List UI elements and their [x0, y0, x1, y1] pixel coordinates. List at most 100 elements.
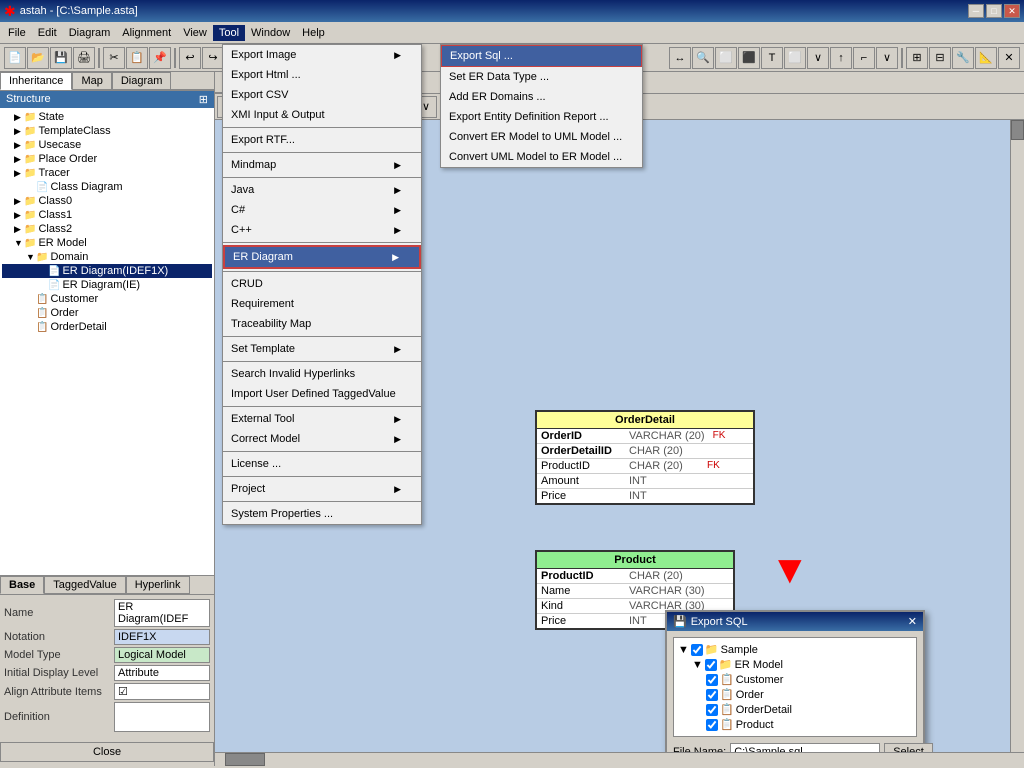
- tree-placeorder[interactable]: ▶ 📁 Place Order: [2, 152, 212, 166]
- menu-correct-model[interactable]: Correct Model ▶: [223, 429, 421, 449]
- tb-undo[interactable]: ↩: [179, 47, 201, 69]
- tb-d2[interactable]: 🔍: [692, 47, 714, 69]
- tab-inheritance[interactable]: Inheritance: [0, 72, 72, 90]
- menu-project[interactable]: Project ▶: [223, 479, 421, 499]
- export-sql-dialog[interactable]: 💾 Export SQL ✕ ▼ 📁 Sample: [665, 610, 925, 752]
- tab-map[interactable]: Map: [72, 72, 111, 90]
- tree-tracer[interactable]: ▶ 📁 Tracer: [2, 166, 212, 180]
- tb-d4[interactable]: ⬛: [738, 47, 760, 69]
- tree-orderdetail[interactable]: 📋 OrderDetail: [2, 320, 212, 334]
- tb-d3[interactable]: ⬜: [715, 47, 737, 69]
- prop-def-value[interactable]: [114, 702, 210, 732]
- exp-product-check[interactable]: [706, 719, 718, 731]
- menu-mindmap[interactable]: Mindmap ▶: [223, 155, 421, 175]
- tree-domain[interactable]: ▼ 📁 Domain: [2, 250, 212, 264]
- tb-d12[interactable]: ⊟: [929, 47, 951, 69]
- tb-d13[interactable]: 🔧: [952, 47, 974, 69]
- menu-requirement[interactable]: Requirement: [223, 294, 421, 314]
- tree-class2[interactable]: ▶ 📁 Class2: [2, 222, 212, 236]
- tb-d10[interactable]: ∨: [876, 47, 898, 69]
- tree-usecase[interactable]: ▶ 📁 Usecase: [2, 138, 212, 152]
- menu-edit[interactable]: Edit: [32, 25, 63, 41]
- close-button-bottom[interactable]: Close: [0, 742, 214, 762]
- tb-d15[interactable]: ✕: [998, 47, 1020, 69]
- menu-diagram[interactable]: Diagram: [63, 25, 117, 41]
- menu-export-csv[interactable]: Export CSV: [223, 85, 421, 105]
- menu-cpp[interactable]: C++ ▶: [223, 220, 421, 240]
- tree-erdiagram-ie[interactable]: 📄 ER Diagram(IE): [2, 278, 212, 292]
- menu-alignment[interactable]: Alignment: [116, 25, 177, 41]
- tree-customer[interactable]: 📋 Customer: [2, 292, 212, 306]
- vertical-scrollbar[interactable]: [1010, 120, 1024, 752]
- tree-templateclass[interactable]: ▶ 📁 TemplateClass: [2, 124, 212, 138]
- prop-align-value[interactable]: ☑: [114, 683, 210, 700]
- menu-system-properties[interactable]: System Properties ...: [223, 504, 421, 524]
- tab-diagram[interactable]: Diagram: [112, 72, 172, 90]
- exp-orderdetail-check[interactable]: [706, 704, 718, 716]
- menu-help[interactable]: Help: [296, 25, 331, 41]
- tb-d5[interactable]: T: [761, 47, 783, 69]
- prop-notation-value[interactable]: IDEF1X: [114, 629, 210, 645]
- menu-search-hyperlinks[interactable]: Search Invalid Hyperlinks: [223, 364, 421, 384]
- tb-save[interactable]: 💾: [50, 47, 72, 69]
- menu-view[interactable]: View: [177, 25, 213, 41]
- tb-d11[interactable]: ⊞: [906, 47, 928, 69]
- submenu-add-er-domains[interactable]: Add ER Domains ...: [441, 87, 642, 107]
- submenu-set-er-data-type[interactable]: Set ER Data Type ...: [441, 67, 642, 87]
- tb-copy[interactable]: 📋: [126, 47, 148, 69]
- menu-set-template[interactable]: Set Template ▶: [223, 339, 421, 359]
- submenu-export-entity-definition[interactable]: Export Entity Definition Report ...: [441, 107, 642, 127]
- tree-class0[interactable]: ▶ 📁 Class0: [2, 194, 212, 208]
- tb-redo[interactable]: ↪: [202, 47, 224, 69]
- export-select-button[interactable]: Select: [884, 743, 933, 752]
- submenu-convert-er-to-uml[interactable]: Convert ER Model to UML Model ...: [441, 127, 642, 147]
- submenu-export-sql[interactable]: Export Sql ...: [441, 45, 642, 67]
- exp-sample-check[interactable]: [691, 644, 703, 656]
- maximize-button[interactable]: □: [986, 4, 1002, 18]
- tree-order[interactable]: 📋 Order: [2, 306, 212, 320]
- menu-crud[interactable]: CRUD: [223, 274, 421, 294]
- menu-java[interactable]: Java ▶: [223, 180, 421, 200]
- tree-area[interactable]: ▶ 📁 State ▶ 📁 TemplateClass ▶ 📁 Usecase …: [0, 108, 214, 575]
- tb-paste[interactable]: 📌: [149, 47, 171, 69]
- tree-classdiagram[interactable]: 📄 Class Diagram: [2, 180, 212, 194]
- tb-d14[interactable]: 📐: [975, 47, 997, 69]
- title-bar-right[interactable]: ─ □ ✕: [968, 4, 1020, 18]
- prop-modeltype-value[interactable]: Logical Model: [114, 647, 210, 663]
- exp-order-check[interactable]: [706, 689, 718, 701]
- tb-d6[interactable]: ⬜: [784, 47, 806, 69]
- menu-license[interactable]: License ...: [223, 454, 421, 474]
- props-tab-taggedvalue[interactable]: TaggedValue: [44, 576, 125, 594]
- horizontal-scrollbar[interactable]: [215, 752, 1024, 766]
- menu-csharp[interactable]: C# ▶: [223, 200, 421, 220]
- prop-name-value[interactable]: ER Diagram(IDEF: [114, 599, 210, 627]
- tb-d1[interactable]: ↔: [669, 47, 691, 69]
- props-tab-hyperlink[interactable]: Hyperlink: [126, 576, 190, 594]
- tb-d7[interactable]: ∨: [807, 47, 829, 69]
- menu-er-diagram[interactable]: ER Diagram ▶: [223, 245, 421, 269]
- minimize-button[interactable]: ─: [968, 4, 984, 18]
- prop-idl-value[interactable]: Attribute: [114, 665, 210, 681]
- tb-cut[interactable]: ✂: [103, 47, 125, 69]
- tree-erdiagram-idef[interactable]: 📄 ER Diagram(IDEF1X): [2, 264, 212, 278]
- menu-import-taggedvalue[interactable]: Import User Defined TaggedValue: [223, 384, 421, 404]
- export-filename-input[interactable]: [730, 743, 880, 752]
- tree-state[interactable]: ▶ 📁 State: [2, 110, 212, 124]
- props-tab-base[interactable]: Base: [0, 576, 44, 594]
- close-button[interactable]: ✕: [1004, 4, 1020, 18]
- exp-ermodel-check[interactable]: [705, 659, 717, 671]
- menu-export-html[interactable]: Export Html ...: [223, 65, 421, 85]
- menu-xmi[interactable]: XMI Input & Output: [223, 105, 421, 125]
- tb-d8[interactable]: ↑: [830, 47, 852, 69]
- menu-external-tool[interactable]: External Tool ▶: [223, 409, 421, 429]
- menu-file[interactable]: File: [2, 25, 32, 41]
- menu-traceability-map[interactable]: Traceability Map: [223, 314, 421, 334]
- tree-class1[interactable]: ▶ 📁 Class1: [2, 208, 212, 222]
- tree-ermodel[interactable]: ▼ 📁 ER Model: [2, 236, 212, 250]
- tb-print[interactable]: 🖨: [73, 47, 95, 69]
- export-dialog-close[interactable]: ✕: [908, 615, 917, 628]
- exp-customer-check[interactable]: [706, 674, 718, 686]
- menu-tool[interactable]: Tool: [213, 25, 245, 41]
- submenu-convert-uml-to-er[interactable]: Convert UML Model to ER Model ...: [441, 147, 642, 167]
- menu-export-rtf[interactable]: Export RTF...: [223, 130, 421, 150]
